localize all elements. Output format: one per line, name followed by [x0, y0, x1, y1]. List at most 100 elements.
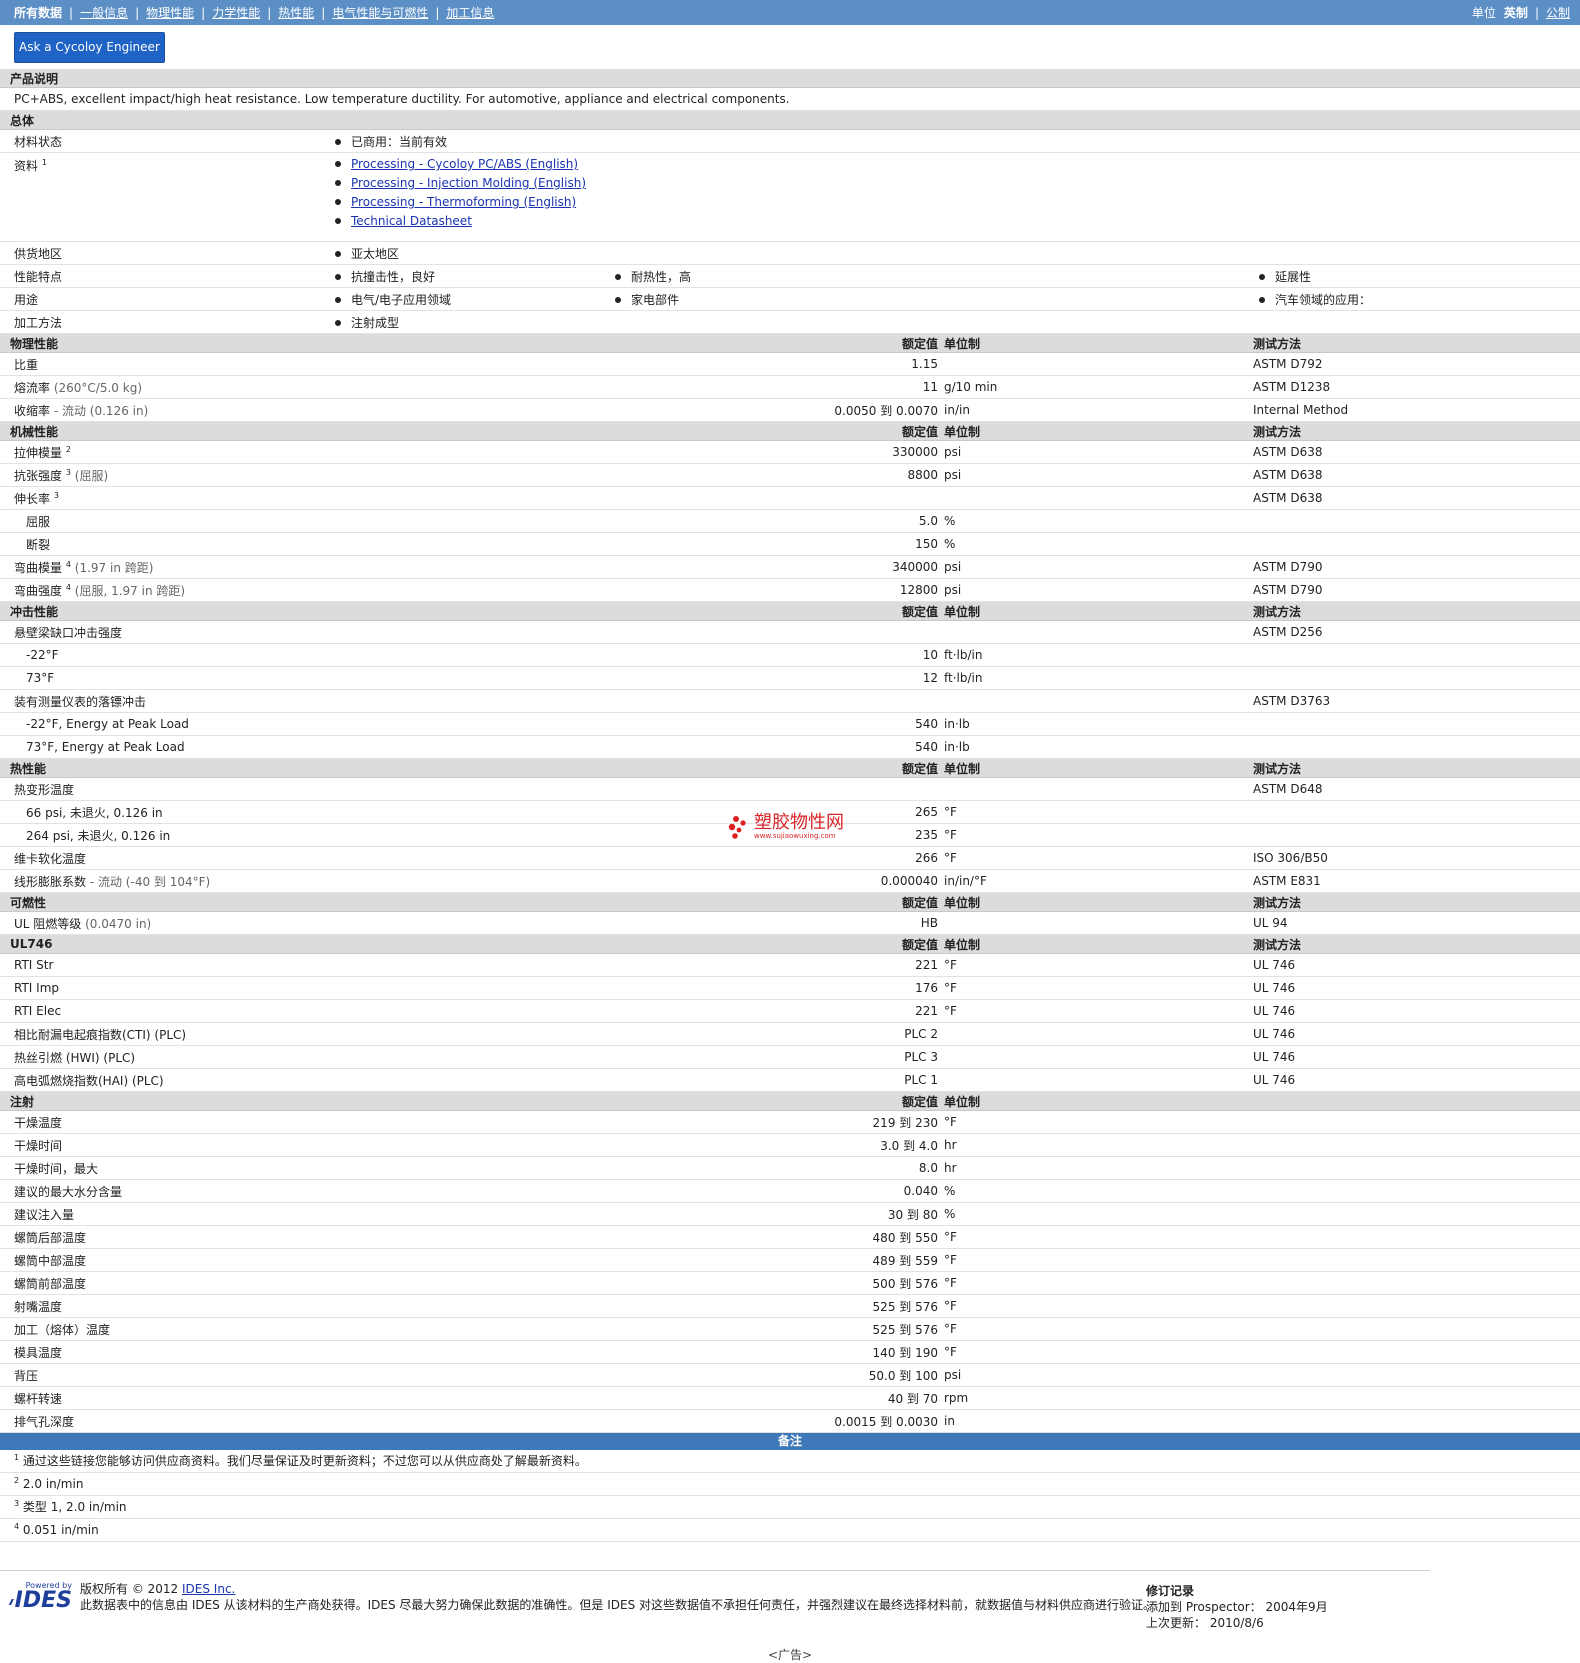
footnote-ref: 3	[65, 467, 71, 477]
property-unit	[942, 911, 1249, 935]
doc-link[interactable]: Processing - Injection Molding (English)	[351, 176, 586, 190]
unit-english[interactable]: 英制	[1504, 4, 1528, 21]
nav-item-5[interactable]: 电气性能与可燃性	[332, 4, 428, 21]
property-unit: %	[942, 1179, 1249, 1203]
note-text: 通过这些链接您能够访问供应商资料。我们尽量保证及时更新资料；不过您可以从供应商处…	[22, 1454, 587, 1468]
doc-link[interactable]: Processing - Cycoloy PC/ABS (English)	[351, 157, 578, 171]
status-label: 材料状态	[0, 129, 325, 153]
bullet	[1259, 273, 1265, 280]
property-value: 525 到 576	[605, 1317, 942, 1341]
feature-item: 抗撞击性，良好	[351, 269, 436, 284]
property-name: 弯曲强度	[14, 583, 63, 598]
property-label-cell: 264 psi, 未退火, 0.126 in	[0, 823, 605, 847]
property-name: 收缩率	[14, 403, 51, 418]
property-value: 40 到 70	[605, 1386, 942, 1410]
doc-link[interactable]: Processing - Thermoforming (English)	[351, 195, 576, 209]
revision-updated: 上次更新： 2010/8/6	[1146, 1616, 1264, 1630]
property-method: ASTM D1238	[1249, 375, 1580, 399]
nav-item-3[interactable]: 力学性能	[212, 4, 260, 21]
bullet	[335, 199, 341, 205]
property-unit: %	[942, 509, 1249, 533]
nav-item-4[interactable]: 热性能	[278, 4, 314, 21]
property-method	[1249, 1294, 1580, 1318]
property-label-cell: 射嘴温度	[0, 1294, 605, 1318]
col-unit: 单位制	[942, 758, 1249, 778]
property-row: 线形膨胀系数 - 流动 (-40 到 104°F) 0.000040 in/in/°…	[0, 869, 1580, 893]
nav-separator: |	[435, 5, 440, 20]
property-row: 螺筒中部温度 489 到 559 °F	[0, 1248, 1580, 1272]
property-label-cell: RTI Imp	[0, 976, 605, 1000]
doc-link[interactable]: Technical Datasheet	[351, 214, 472, 228]
property-label-cell: 抗张强度 3 (屈服)	[0, 463, 605, 487]
note-text: 2.0 in/min	[22, 1477, 84, 1491]
property-name: 干燥时间，最大	[14, 1161, 99, 1176]
note-item: 3 类型 1, 2.0 in/min	[0, 1496, 1580, 1519]
property-value: 221	[605, 999, 942, 1023]
property-row: 断裂 150%	[0, 532, 1580, 556]
nav-item-1[interactable]: 一般信息	[80, 4, 128, 21]
property-unit: in/in	[942, 398, 1249, 422]
nav-item-6[interactable]: 加工信息	[446, 4, 494, 21]
property-method	[1249, 1409, 1580, 1433]
footer: Powered by IDES 版权所有 © 2012 IDES Inc. 此数…	[0, 1570, 1430, 1630]
property-row: -22°F, Energy at Peak Load 540 in·lb	[0, 712, 1580, 736]
property-value: 176	[605, 976, 942, 1000]
property-method: ASTM E831	[1249, 869, 1580, 893]
col-method: 测试方法	[1249, 892, 1580, 912]
property-name: 排气孔深度	[14, 1414, 75, 1429]
use-item: 家电部件	[631, 292, 680, 307]
nav-separator: |	[135, 5, 140, 20]
property-row: 排气孔深度 0.0015 到 0.0030 in	[0, 1409, 1580, 1433]
col-nominal: 额定值	[605, 892, 942, 912]
col-nominal: 额定值	[605, 601, 942, 621]
property-method: ISO 306/B50	[1249, 846, 1580, 870]
col-method: 测试方法	[1249, 333, 1580, 353]
property-unit	[942, 352, 1249, 376]
property-row: UL 阻燃等级 (0.0470 in) HB UL 94	[0, 911, 1580, 935]
property-unit: °F	[942, 953, 1249, 977]
property-row: 螺筒前部温度 500 到 576 °F	[0, 1271, 1580, 1295]
property-row: RTI Str 221 °F UL 746	[0, 953, 1580, 977]
property-method: UL 746	[1249, 1045, 1580, 1069]
property-value: 266	[605, 846, 942, 870]
property-name: 66 psi, 未退火, 0.126 in	[26, 805, 163, 820]
property-name: 螺筒前部温度	[14, 1276, 87, 1291]
property-label-cell: 维卡软化温度	[0, 846, 605, 870]
property-value: 10	[605, 643, 942, 667]
property-condition: - 流动 (-40 到 104°F)	[89, 874, 211, 889]
property-value: 525 到 576	[605, 1294, 942, 1318]
property-method	[1249, 1271, 1580, 1295]
property-row: 弯曲强度 4 (屈服, 1.97 in 跨距) 12800 psi ASTM D790	[0, 578, 1580, 602]
property-method	[1249, 1340, 1580, 1364]
property-label-cell: 66 psi, 未退火, 0.126 in	[0, 800, 605, 824]
property-name: 装有测量仪表的落镖冲击	[14, 694, 147, 709]
property-row: 悬壁梁缺口冲击强度 ASTM D256	[0, 620, 1580, 644]
unit-metric-link[interactable]: 公制	[1546, 4, 1570, 21]
property-name: 264 psi, 未退火, 0.126 in	[26, 828, 171, 843]
property-name: 伸长率	[14, 491, 51, 506]
property-label-cell: 弯曲强度 4 (屈服, 1.97 in 跨距)	[0, 578, 605, 602]
revision-added: 添加到 Prospector： 2004年9月	[1146, 1600, 1328, 1614]
ask-engineer-button[interactable]: Ask a Cycoloy Engineer	[14, 31, 165, 63]
col-nominal: 额定值	[605, 421, 942, 441]
property-value: 150	[605, 532, 942, 556]
nav-item-2[interactable]: 物理性能	[146, 4, 194, 21]
ides-link[interactable]: IDES Inc.	[182, 1582, 235, 1596]
property-name: 建议注入量	[14, 1207, 75, 1222]
physical-section-header: 物理性能 额定值 单位制 测试方法	[0, 333, 1580, 353]
property-value: 500 到 576	[605, 1271, 942, 1295]
bullet	[335, 161, 341, 167]
property-row: 干燥时间 3.0 到 4.0 hr	[0, 1133, 1580, 1157]
bullet	[335, 273, 341, 280]
nav-separator: |	[267, 5, 272, 20]
property-method	[1249, 1386, 1580, 1410]
property-label-cell: 线形膨胀系数 - 流动 (-40 到 104°F)	[0, 869, 605, 893]
property-name: 熔流率	[14, 380, 51, 395]
property-condition: - 流动 (0.126 in)	[53, 403, 149, 418]
section-title: 注射	[0, 1091, 605, 1111]
property-label-cell: 高电弧燃烧指数(HAI) (PLC)	[0, 1068, 605, 1092]
nav-item-0[interactable]: 所有数据	[14, 4, 62, 21]
property-unit: °F	[942, 823, 1249, 847]
property-label-cell: 加工（熔体）温度	[0, 1317, 605, 1341]
property-value: 330000	[605, 440, 942, 464]
